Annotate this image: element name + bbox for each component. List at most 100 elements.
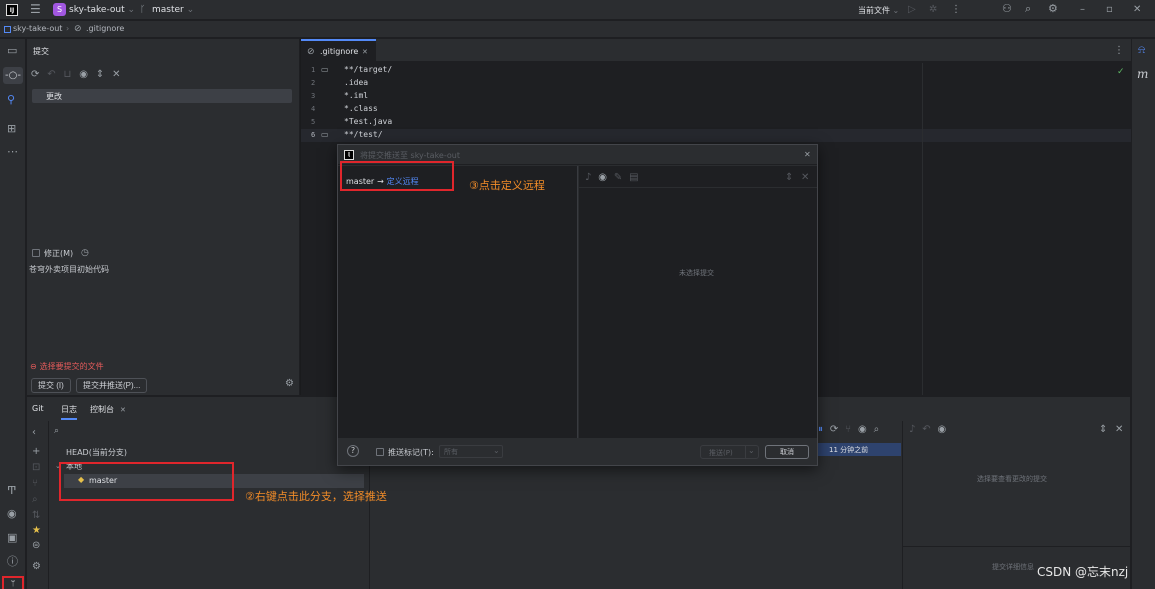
project-folder-icon[interactable]: ▭ bbox=[7, 45, 17, 56]
fetch-icon[interactable]: ⊜ bbox=[32, 541, 40, 551]
cherry-pick-icon[interactable]: ⑂ bbox=[845, 425, 851, 435]
commit-tool-icon[interactable]: -○- bbox=[3, 67, 23, 84]
close-tab-icon[interactable]: ✕ bbox=[120, 405, 126, 415]
search-small-icon[interactable]: ⌕ bbox=[32, 495, 38, 505]
favorite-star-icon[interactable]: ★ bbox=[32, 526, 41, 536]
main-menu-icon[interactable]: ☰ bbox=[30, 3, 41, 15]
terminal-icon[interactable]: ▣ bbox=[7, 532, 17, 543]
commit-and-push-button[interactable]: 提交并推送(P)... bbox=[76, 378, 148, 393]
collapse-icon[interactable]: ⏸ bbox=[818, 425, 823, 435]
push-button-group: 推送(P) ⌄ bbox=[700, 445, 759, 459]
window-minimize-icon[interactable]: – bbox=[1080, 5, 1085, 15]
run-config-label: 当前文件 bbox=[858, 6, 890, 15]
collapse-icon[interactable]: ✕ bbox=[1115, 425, 1123, 435]
details-empty-text: 选择要查看更改的提交 bbox=[977, 475, 1047, 483]
code-line-text[interactable]: *.class bbox=[344, 104, 378, 113]
run-config-selector[interactable]: 当前文件 ⌄ bbox=[858, 5, 899, 16]
project-selector[interactable]: sky-take-out ⌄ bbox=[69, 5, 135, 15]
collapse-left-icon[interactable]: ‹ bbox=[32, 428, 36, 438]
ignore-file-icon: ⊘ bbox=[307, 47, 315, 57]
edit-icon[interactable]: ✎ bbox=[614, 173, 622, 183]
git-branch-tool-icon[interactable]: ⚲ bbox=[7, 94, 15, 105]
tab-log[interactable]: 日志 bbox=[61, 404, 77, 420]
search-icon[interactable]: ⌕ bbox=[1025, 3, 1031, 14]
window-close-icon[interactable]: ✕ bbox=[1133, 5, 1141, 15]
problems-icon[interactable]: ⓘ bbox=[7, 556, 18, 567]
git-tool-icon[interactable]: ᛘ bbox=[2, 576, 24, 589]
line-row-current: 6 ▭ **/test/ bbox=[301, 129, 1131, 142]
code-line-text[interactable]: **/target/ bbox=[344, 65, 392, 74]
editor-tab[interactable]: ⊘ .gitignore ✕ bbox=[301, 39, 376, 62]
error-icon: ⊖ bbox=[30, 362, 37, 371]
cancel-button[interactable]: 取消 bbox=[765, 445, 809, 459]
code-line-text[interactable]: *.iml bbox=[344, 91, 368, 100]
push-tags-checkbox[interactable] bbox=[376, 448, 384, 456]
merge-icon[interactable]: ⑂ bbox=[32, 479, 38, 489]
collapse-icon[interactable]: ✕ bbox=[801, 173, 809, 183]
code-line-text[interactable]: *Test.java bbox=[344, 117, 392, 126]
diff-icon[interactable]: ♪ bbox=[909, 425, 915, 435]
eye-icon[interactable]: ◉ bbox=[858, 425, 867, 435]
commit-row[interactable]: 11 分钟之前 bbox=[817, 443, 901, 456]
tab-console[interactable]: 控制台 bbox=[90, 404, 114, 415]
amend-checkbox[interactable] bbox=[32, 249, 40, 257]
code-line-text[interactable]: .idea bbox=[344, 78, 368, 87]
code-line-text[interactable]: **/test/ bbox=[344, 130, 383, 139]
chevron-down-icon[interactable]: ⌄ bbox=[748, 446, 755, 455]
revert-icon[interactable]: ↶ bbox=[922, 425, 930, 435]
breadcrumb-file[interactable]: .gitignore bbox=[86, 24, 124, 33]
push-tags-select[interactable]: 所有 ⌄ bbox=[439, 445, 503, 458]
expand-icon[interactable]: ⇕ bbox=[1099, 425, 1107, 435]
branch-selector[interactable]: master ⌄ bbox=[152, 5, 194, 15]
expand-icon[interactable]: ⇕ bbox=[785, 173, 793, 183]
compare-icon[interactable]: ⇅ bbox=[32, 511, 40, 521]
expand-icon[interactable]: ⇕ bbox=[96, 70, 104, 80]
services-icon[interactable]: ◉ bbox=[7, 508, 17, 519]
structure-icon[interactable]: ⊞ bbox=[7, 123, 16, 134]
commit-message-input[interactable]: 苍穹外卖项目初始代码 bbox=[29, 264, 295, 358]
module-icon bbox=[4, 26, 11, 33]
push-button[interactable]: 推送(P) bbox=[709, 448, 733, 458]
head-branch-item[interactable]: HEAD(当前分支) bbox=[66, 447, 127, 458]
eye-icon[interactable]: ◉ bbox=[79, 70, 88, 80]
push-tags-value: 所有 bbox=[444, 448, 458, 456]
terminal-t-icon[interactable]: Ͳ bbox=[7, 485, 16, 496]
maven-icon[interactable]: m bbox=[1137, 67, 1148, 81]
shelve-icon[interactable]: ⊔ bbox=[64, 70, 72, 80]
notifications-bell-icon[interactable]: ⍾ bbox=[1138, 44, 1145, 55]
more-icon[interactable]: ⋮ bbox=[951, 5, 961, 15]
diff-icon[interactable]: ♪ bbox=[585, 173, 591, 183]
history-clock-icon[interactable]: ◷ bbox=[81, 248, 89, 258]
window-maximize-icon[interactable]: ▫ bbox=[1106, 5, 1113, 15]
eye-icon[interactable]: ◉ bbox=[598, 173, 607, 183]
log-search-icon[interactable]: ⌕ bbox=[874, 425, 880, 435]
settings-gear-icon[interactable]: ⚙ bbox=[1048, 3, 1058, 14]
title-bar: IJ ☰ S sky-take-out ⌄ ᚴ master ⌄ 当前文件 ⌄ … bbox=[0, 0, 1155, 20]
branch-search-icon[interactable]: ⌕ bbox=[54, 426, 59, 436]
delete-icon[interactable]: ⊡ bbox=[32, 463, 40, 473]
eye-icon[interactable]: ◉ bbox=[938, 425, 947, 435]
file-icon[interactable]: ▤ bbox=[629, 173, 638, 183]
breadcrumb-project[interactable]: sky-take-out bbox=[13, 24, 62, 33]
commit-settings-gear-icon[interactable]: ⚙ bbox=[285, 379, 294, 389]
changes-group[interactable]: 更改 bbox=[32, 89, 292, 103]
app-logo[interactable]: IJ bbox=[6, 4, 18, 16]
help-button[interactable]: ? bbox=[347, 445, 359, 457]
refresh-icon[interactable]: ⟳ bbox=[31, 70, 39, 80]
add-user-icon[interactable]: ⚇ bbox=[1002, 3, 1012, 14]
rollback-icon[interactable]: ↶ bbox=[47, 70, 55, 80]
tab-git[interactable]: Git bbox=[32, 404, 44, 413]
close-tab-icon[interactable]: ✕ bbox=[362, 47, 368, 57]
collapse-icon[interactable]: ✕ bbox=[112, 70, 120, 80]
breadcrumb: sky-take-out › ⊘ .gitignore bbox=[0, 21, 1155, 38]
push-commit-preview: ♪ ◉ ✎ ▤ ⇕ ✕ 未选择提交 bbox=[579, 166, 817, 438]
run-icon[interactable]: ▷ bbox=[908, 5, 916, 15]
settings-small-icon[interactable]: ⚙ bbox=[32, 562, 41, 572]
refresh-icon[interactable]: ⟳ bbox=[830, 425, 838, 435]
dialog-close-icon[interactable]: ✕ bbox=[804, 150, 811, 160]
debug-icon[interactable]: ✲ bbox=[929, 5, 937, 15]
commit-button[interactable]: 提交 (I) bbox=[31, 378, 71, 393]
add-icon[interactable]: + bbox=[32, 447, 40, 457]
tab-options-icon[interactable]: ⋮ bbox=[1114, 46, 1124, 56]
more-tools-icon[interactable]: ⋯ bbox=[7, 146, 18, 157]
